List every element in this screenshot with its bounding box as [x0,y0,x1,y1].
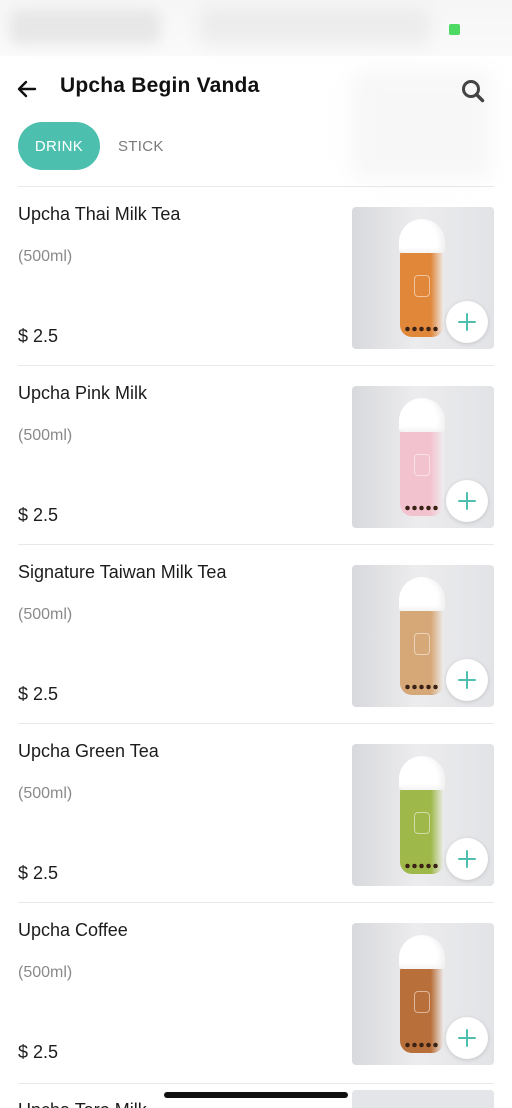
bottle-body [400,430,444,516]
bottle-body [400,788,444,874]
bottle-body [400,251,444,337]
battery-icon [449,24,460,35]
item-name: Upcha Taro Milk [18,1100,147,1108]
home-indicator [164,1092,348,1098]
bottle-image [399,577,445,695]
list-item[interactable]: Upcha Pink Milk (500ml) $ 2.5 [18,365,494,544]
tab-stick[interactable]: STICK [100,122,182,170]
list-item[interactable]: Upcha Thai Milk Tea (500ml) $ 2.5 [18,186,494,365]
product-image [352,1090,494,1108]
item-price: $ 2.5 [18,684,59,704]
add-to-cart-button[interactable] [446,301,488,343]
add-to-cart-button[interactable] [446,659,488,701]
category-tabs: DRINK STICK [18,122,182,170]
plus-icon [458,671,476,689]
item-name: Signature Taiwan Milk Tea [18,562,227,582]
plus-icon [458,1029,476,1047]
bottle-image [399,398,445,516]
plus-icon [458,313,476,331]
arrow-left-icon [17,80,37,98]
bottle-image [399,219,445,337]
product-image [352,923,494,1065]
plus-icon [458,492,476,510]
item-name: Upcha Green Tea [18,741,159,761]
item-name: Upcha Thai Milk Tea [18,204,181,224]
search-button[interactable] [458,76,488,106]
product-image [352,565,494,707]
header: Upcha Begin Vanda [0,60,512,116]
item-price: $ 2.5 [18,863,59,883]
bottle-image [399,756,445,874]
bottle-body [400,967,444,1053]
back-button[interactable] [12,74,42,104]
item-size: (500ml) [18,427,73,444]
item-size: (500ml) [18,606,73,623]
bottle-image [399,935,445,1053]
add-to-cart-button[interactable] [446,480,488,522]
status-bar [0,0,512,56]
add-to-cart-button[interactable] [446,1017,488,1059]
status-bar-blurred-time [10,10,160,44]
bottle-cap [399,219,445,253]
bottle-cap [399,935,445,969]
bottle-body [400,609,444,695]
item-price: $ 2.5 [18,505,59,525]
item-name: Upcha Coffee [18,920,128,940]
item-price: $ 2.5 [18,1042,59,1062]
list-item[interactable]: Upcha Green Tea (500ml) $ 2.5 [18,723,494,902]
product-image [352,744,494,886]
list-item[interactable]: Upcha Coffee (500ml) $ 2.5 [18,902,494,1081]
plus-icon [458,850,476,868]
bottle-cap [399,577,445,611]
item-size: (500ml) [18,785,73,802]
page-title: Upcha Begin Vanda [60,74,260,97]
item-name: Upcha Pink Milk [18,383,148,403]
product-image [352,386,494,528]
item-size: (500ml) [18,248,73,265]
bottle-cap [399,756,445,790]
product-image [352,207,494,349]
product-list: Upcha Thai Milk Tea (500ml) $ 2.5 Upcha … [18,186,494,1081]
item-price: $ 2.5 [18,326,59,346]
status-bar-blurred-overlay [200,8,430,44]
item-size: (500ml) [18,964,73,981]
bottle-cap [399,398,445,432]
add-to-cart-button[interactable] [446,838,488,880]
list-item[interactable]: Signature Taiwan Milk Tea (500ml) $ 2.5 [18,544,494,723]
search-icon [462,80,485,103]
tab-drink[interactable]: DRINK [18,122,100,170]
